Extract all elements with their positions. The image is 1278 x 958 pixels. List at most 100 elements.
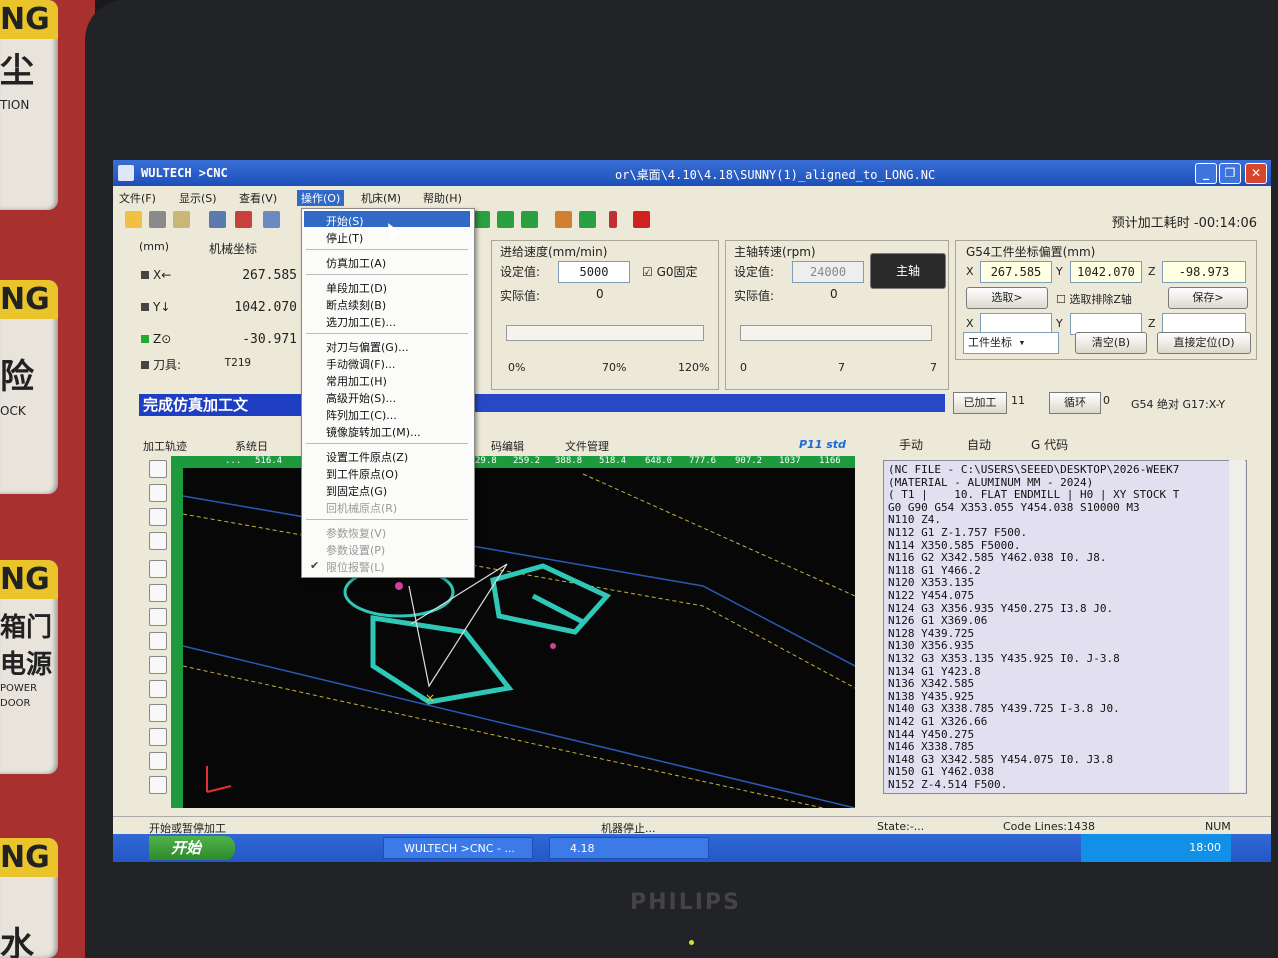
axis-marker-icon xyxy=(141,271,149,279)
close-button[interactable]: ✕ xyxy=(1245,163,1267,184)
menu-view[interactable]: 查看(V) xyxy=(239,190,277,206)
eraser-icon[interactable] xyxy=(209,211,226,228)
menu-item: 参数设置(P) xyxy=(326,544,386,557)
step-icon[interactable] xyxy=(497,211,514,228)
save-icon[interactable] xyxy=(149,211,166,228)
view-3d-icon[interactable] xyxy=(149,728,167,746)
view-top-icon[interactable] xyxy=(149,632,167,650)
menu-item[interactable]: 开始(S) xyxy=(326,213,364,229)
coord-system-value: 工件坐标 xyxy=(968,336,1012,349)
menu-item[interactable]: 常用加工(H) xyxy=(326,373,387,389)
rotate-icon[interactable] xyxy=(149,752,167,770)
play-icon[interactable] xyxy=(473,211,490,228)
start-icon[interactable] xyxy=(579,211,596,228)
menu-item[interactable]: 到固定点(G) xyxy=(326,483,387,499)
menu-item[interactable]: 阵列加工(C)... xyxy=(326,407,397,423)
tab-toolpath[interactable]: 加工轨迹 xyxy=(143,438,187,454)
skip-icon[interactable] xyxy=(521,211,538,228)
gcode-line: N128 Y439.725 xyxy=(888,626,975,640)
toolpath-viewport[interactable]: × xyxy=(183,456,855,808)
sticker-main-text: 水 xyxy=(0,925,34,958)
pan-icon[interactable] xyxy=(149,560,167,578)
gcode-scrollbar[interactable] xyxy=(1229,460,1245,792)
zoom-in-icon[interactable] xyxy=(149,508,167,526)
menu-file[interactable]: 文件(F) xyxy=(119,190,156,206)
g54-z-label: Z xyxy=(1148,265,1156,278)
view-iso-icon[interactable] xyxy=(149,704,167,722)
menu-item[interactable]: 镜像旋转加工(M)... xyxy=(326,424,421,440)
direct-position-button[interactable]: 直接定位(D) xyxy=(1157,332,1251,354)
zoom-window-icon[interactable] xyxy=(149,608,167,626)
zoom-icon[interactable] xyxy=(149,484,167,502)
stop-icon[interactable] xyxy=(633,211,650,228)
sticker-sub-text: OCK xyxy=(0,404,26,418)
view-front-icon[interactable] xyxy=(149,656,167,674)
tab-system-log[interactable]: 系统日 xyxy=(235,438,268,454)
menu-item[interactable]: 单段加工(D) xyxy=(326,280,387,296)
start-button[interactable]: 开始 xyxy=(149,836,235,860)
select-button[interactable]: 选取> xyxy=(966,287,1048,309)
menu-item[interactable]: 高级开始(S)... xyxy=(326,390,396,406)
exclude-z-checkbox[interactable]: ☐ 选取排除Z轴 xyxy=(1056,291,1132,307)
maximize-button[interactable]: ❐ xyxy=(1219,163,1241,184)
machine-coordinates-panel: (mm) 机械坐标 X← 267.585 Y↓ 1042.070 Z⊙ -30.971… xyxy=(123,232,303,382)
coord-system-select[interactable]: 工件坐标 ▾ xyxy=(963,332,1059,354)
clear-button[interactable]: 清空(B) xyxy=(1075,332,1147,354)
menu-item[interactable]: 设置工件原点(Z) xyxy=(326,449,408,465)
g54-x-field[interactable]: 267.585 xyxy=(980,261,1052,283)
menu-item[interactable]: 手动微调(F)... xyxy=(326,356,395,372)
minimize-button[interactable]: _ xyxy=(1195,163,1217,184)
menu-item[interactable]: 仿真加工(A) xyxy=(326,255,386,271)
menu-item[interactable]: 选刀加工(E)... xyxy=(326,314,396,330)
file-icon[interactable] xyxy=(173,211,190,228)
tab-file-manager[interactable]: 文件管理 xyxy=(565,438,609,454)
menu-operation[interactable]: 操作(O) xyxy=(297,190,345,206)
task-cnc[interactable]: WULTECH >CNC - ... xyxy=(383,837,533,859)
probe-icon[interactable] xyxy=(555,211,572,228)
processed-label: 已加工 xyxy=(953,392,1007,414)
menu-item[interactable]: 停止(T) xyxy=(326,230,363,246)
feed-override-slider[interactable] xyxy=(506,325,704,341)
g54-y-field[interactable]: 1042.070 xyxy=(1070,261,1142,283)
tab-gcode[interactable]: G 代码 xyxy=(1031,436,1068,453)
tool-icon[interactable] xyxy=(263,211,280,228)
menu-machine[interactable]: 机床(M) xyxy=(361,190,401,206)
spindle-override-slider[interactable] xyxy=(740,325,932,341)
g0-fixed-checkbox[interactable]: ☑ G0固定 xyxy=(642,263,698,280)
feed-set-input[interactable]: 5000 xyxy=(558,261,630,283)
reset-view-icon[interactable] xyxy=(149,776,167,794)
save-offset-button[interactable]: 保存> xyxy=(1168,287,1248,309)
menu-help[interactable]: 帮助(H) xyxy=(423,190,462,206)
menu-display[interactable]: 显示(S) xyxy=(179,190,217,206)
pause-icon[interactable] xyxy=(609,211,617,228)
menu-item[interactable]: 断点续刻(B) xyxy=(326,297,386,313)
toolpath-drawing: × xyxy=(183,473,855,808)
menu-item[interactable]: 对刀与偏置(G)... xyxy=(326,339,409,355)
tab-manual[interactable]: 手动 xyxy=(899,436,923,453)
view-side-icon[interactable] xyxy=(149,680,167,698)
zoom-out-icon[interactable] xyxy=(149,532,167,550)
tab-code-edit[interactable]: 码编辑 xyxy=(491,438,524,454)
menu-separator xyxy=(306,519,468,520)
coord-header: 机械坐标 xyxy=(209,242,258,256)
zoom-fit-icon[interactable] xyxy=(149,584,167,602)
g54-z-field[interactable]: -98.973 xyxy=(1162,261,1246,283)
window-titlebar[interactable]: WULTECH >CNC or\桌面\4.10\4.18\SUNNY(1)_al… xyxy=(113,160,1271,186)
status-state: State:-... xyxy=(877,820,925,833)
g54-y2-label: Y xyxy=(1056,317,1063,330)
eraser-tool-icon[interactable] xyxy=(149,460,167,478)
spindle-set-input[interactable]: 24000 xyxy=(792,261,864,283)
grid-icon[interactable] xyxy=(235,211,252,228)
loop-count: 0 xyxy=(1103,394,1110,407)
open-file-icon[interactable] xyxy=(125,211,142,228)
gcode-line: N122 Y454.075 xyxy=(888,589,975,602)
feed-scale-max: 120% xyxy=(678,361,710,374)
gcode-listing[interactable]: (NC FILE - C:\USERS\SEEED\DESKTOP\2026-W… xyxy=(883,460,1247,794)
spindle-button[interactable]: 主轴 xyxy=(870,253,946,289)
g54-title: G54工件坐标偏置(mm) xyxy=(966,245,1096,259)
status-code-lines: Code Lines:1438 xyxy=(1003,820,1096,833)
ruler-tick: 777.6 xyxy=(689,456,717,466)
menu-item[interactable]: 到工件原点(O) xyxy=(326,466,398,482)
tab-auto[interactable]: 自动 xyxy=(967,436,991,453)
task-folder[interactable]: 4.18 xyxy=(549,837,709,859)
